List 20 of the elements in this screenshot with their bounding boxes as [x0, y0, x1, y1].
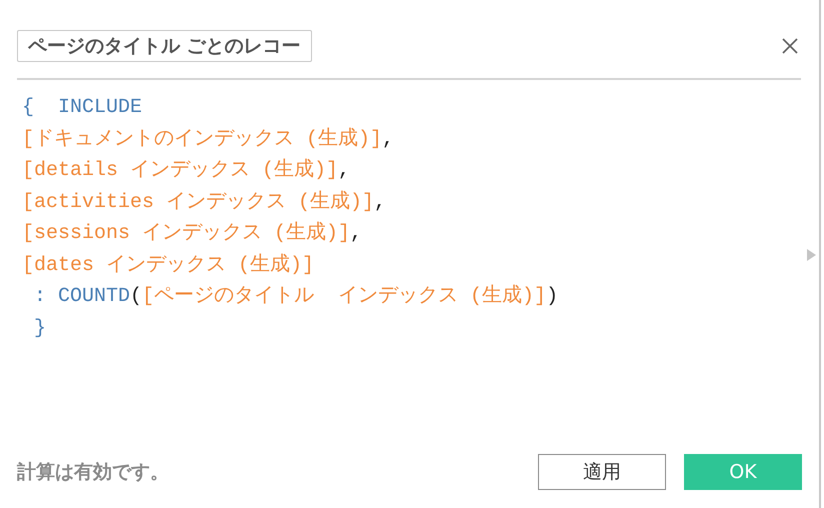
code-field: [activities インデックス (生成)]: [22, 190, 374, 214]
code-punctuation: ,: [382, 128, 394, 150]
close-icon[interactable]: [781, 36, 799, 54]
code-keyword: : COUNTD: [33, 285, 130, 308]
code-punctuation: ,: [338, 159, 350, 182]
code-field: [ページのタイトル インデックス (生成)]: [142, 285, 546, 308]
code-keyword: { INCLUDE: [22, 96, 142, 119]
status-text: 計算は有効です。: [17, 460, 169, 485]
code-field: [ドキュメントのインデックス (生成)]: [22, 128, 382, 150]
code-punctuation: ,: [350, 222, 362, 245]
code-field: [details インデックス (生成)]: [22, 159, 338, 182]
apply-button[interactable]: 適用: [538, 454, 666, 490]
code-keyword: }: [33, 316, 46, 340]
code-field: [sessions インデックス (生成)]: [22, 222, 350, 245]
code-punctuation: (: [130, 285, 142, 308]
name-field[interactable]: ページのタイトル ごとのレコー: [17, 30, 312, 62]
code-punctuation: ,: [374, 190, 386, 214]
code-punctuation: ): [546, 285, 558, 308]
code-field: [dates インデックス (生成)]: [22, 254, 314, 276]
formula-editor[interactable]: { INCLUDE [ドキュメントのインデックス (生成)], [details インデックス (生成)], [activities インデックス (生成)], [sessions インデックス (生成)], [dates インデックス (生成)] : COUNTD([ページのタイトル インデックス (生成)]) }: [0, 80, 819, 454]
